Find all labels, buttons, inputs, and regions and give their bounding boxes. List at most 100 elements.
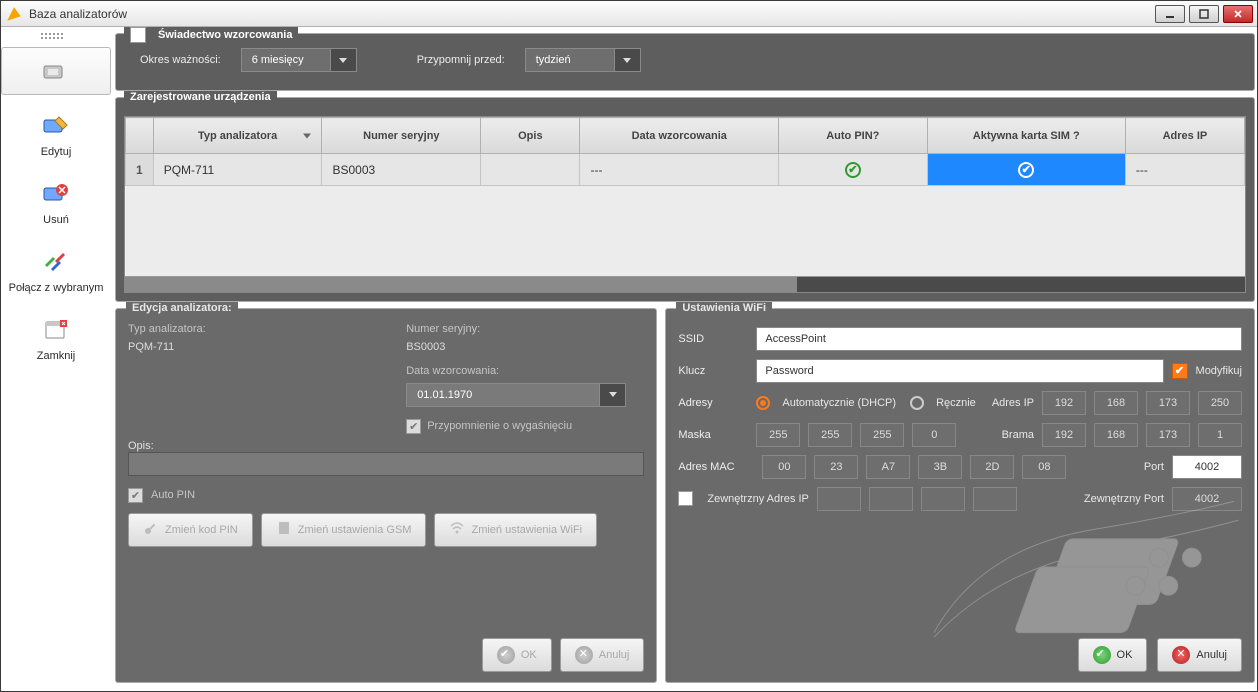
sidebar-item-label: Zamknij — [2, 350, 110, 362]
sidebar-item-close[interactable]: Zamknij — [1, 305, 111, 367]
ext-ip-2[interactable] — [869, 487, 913, 511]
ext-ip-4[interactable] — [973, 487, 1017, 511]
chevron-down-icon — [615, 48, 641, 72]
edit-ok-button[interactable]: OK — [482, 638, 552, 672]
window-title: Baza analizatorów — [29, 7, 1155, 21]
desc-label: Opis: — [128, 440, 644, 452]
key-icon — [143, 520, 159, 539]
key-input[interactable] — [756, 359, 1163, 383]
mac-2[interactable] — [814, 455, 858, 479]
change-pin-button[interactable]: Zmień kod PIN — [128, 513, 253, 547]
mask-octet-2[interactable] — [808, 423, 852, 447]
autopin-checkbox[interactable] — [128, 488, 143, 503]
cell-autopin: ✔ — [779, 154, 928, 186]
sidebar: Edytuj Usuń Połącz z wybranym Zamknij — [1, 27, 111, 691]
ext-ip-1[interactable] — [817, 487, 861, 511]
validity-value: 6 miesięcy — [241, 48, 331, 72]
port-label: Port — [1144, 461, 1164, 473]
devices-table: Typ analizatora Numer seryjny Opis Data … — [124, 116, 1246, 293]
mac-4[interactable] — [918, 455, 962, 479]
cell-desc — [481, 154, 580, 186]
ext-ip-3[interactable] — [921, 487, 965, 511]
addr-label: Adresy — [678, 397, 748, 409]
mac-1[interactable] — [762, 455, 806, 479]
delete-icon — [2, 176, 110, 212]
mac-6[interactable] — [1022, 455, 1066, 479]
sidebar-item-edit[interactable]: Edytuj — [1, 101, 111, 163]
wifi-cancel-button[interactable]: Anuluj — [1157, 638, 1242, 672]
modify-checkbox[interactable] — [1172, 363, 1188, 379]
wifi-icon — [449, 520, 465, 539]
autopin-label: Auto PIN — [151, 489, 195, 501]
cell-type: PQM-711 — [153, 154, 322, 186]
gw-octet-2[interactable] — [1094, 423, 1138, 447]
ip-octet-4[interactable] — [1198, 391, 1242, 415]
sidebar-item-label: Usuń — [2, 214, 110, 226]
ip-octet-3[interactable] — [1146, 391, 1190, 415]
manual-radio[interactable] — [910, 396, 924, 410]
ip-octet-1[interactable] — [1042, 391, 1086, 415]
expiry-reminder-checkbox[interactable] — [406, 419, 421, 434]
toolbar-grip-icon — [41, 33, 71, 41]
change-wifi-button[interactable]: Zmień ustawienia WiFi — [434, 513, 597, 547]
col-sim[interactable]: Aktywna karta SIM ? — [927, 118, 1125, 154]
minimize-button[interactable] — [1155, 5, 1185, 23]
ext-port-input[interactable] — [1172, 487, 1242, 511]
manual-label: Ręcznie — [936, 397, 976, 409]
remind-select[interactable]: tydzień — [525, 48, 641, 72]
sidebar-item-delete[interactable]: Usuń — [1, 169, 111, 231]
mac-5[interactable] — [970, 455, 1014, 479]
caldate-select[interactable]: 01.01.1970 — [406, 383, 626, 407]
device-add-icon — [41, 54, 71, 90]
desc-input[interactable] — [128, 452, 644, 476]
ssid-label: SSID — [678, 333, 748, 345]
decorative-device-icon — [914, 492, 1254, 642]
sim-icon — [276, 520, 292, 539]
connect-icon — [2, 244, 110, 280]
ip-label: Adres IP — [992, 397, 1034, 409]
maximize-button[interactable] — [1189, 5, 1219, 23]
col-ip[interactable]: Adres IP — [1125, 118, 1244, 154]
close-panel-icon — [2, 312, 110, 348]
cell-sim: ✔ — [927, 154, 1125, 186]
modify-label: Modyfikuj — [1196, 365, 1242, 377]
gw-octet-1[interactable] — [1042, 423, 1086, 447]
ssid-input[interactable] — [756, 327, 1242, 351]
wifi-legend: Ustawienia WiFi — [676, 302, 772, 314]
sidebar-item-connect[interactable]: Połącz z wybranym — [1, 237, 111, 299]
col-desc[interactable]: Opis — [481, 118, 580, 154]
col-serial[interactable]: Numer seryjny — [322, 118, 481, 154]
edit-legend: Edycja analizatora: — [126, 302, 238, 314]
mask-octet-1[interactable] — [756, 423, 800, 447]
horizontal-scrollbar[interactable] — [125, 276, 1245, 292]
edit-icon — [2, 108, 110, 144]
sidebar-item-add[interactable] — [1, 47, 111, 95]
gw-octet-3[interactable] — [1146, 423, 1190, 447]
dhcp-radio[interactable] — [756, 396, 770, 410]
col-autopin[interactable]: Auto PIN? — [779, 118, 928, 154]
certificate-legend: Świadectwo wzorcowania — [158, 29, 292, 41]
group-edit-analyzer: Edycja analizatora: Typ analizatora: PQM… — [115, 308, 657, 684]
edit-cancel-button[interactable]: Anuluj — [560, 638, 645, 672]
sidebar-item-label: Połącz z wybranym — [2, 282, 110, 294]
port-input[interactable] — [1172, 455, 1242, 479]
ip-octet-2[interactable] — [1094, 391, 1138, 415]
mask-octet-4[interactable] — [912, 423, 956, 447]
mask-octet-3[interactable] — [860, 423, 904, 447]
ext-ip-checkbox[interactable] — [678, 491, 693, 506]
mask-label: Maska — [678, 429, 748, 441]
change-gsm-button[interactable]: Zmień ustawienia GSM — [261, 513, 427, 547]
row-number: 1 — [126, 154, 154, 186]
validity-select[interactable]: 6 miesięcy — [241, 48, 357, 72]
col-type[interactable]: Typ analizatora — [153, 118, 322, 154]
gateway-label: Brama — [1002, 429, 1034, 441]
table-row[interactable]: 1 PQM-711 BS0003 --- ✔ ✔ --- — [126, 154, 1245, 186]
gw-octet-4[interactable] — [1198, 423, 1242, 447]
col-caldate[interactable]: Data wzorcowania — [580, 118, 779, 154]
dhcp-label: Automatycznie (DHCP) — [782, 397, 896, 409]
close-button[interactable] — [1223, 5, 1253, 23]
wifi-ok-button[interactable]: OK — [1078, 638, 1148, 672]
cell-caldate: --- — [580, 154, 779, 186]
certificate-checkbox[interactable] — [130, 27, 146, 43]
mac-3[interactable] — [866, 455, 910, 479]
